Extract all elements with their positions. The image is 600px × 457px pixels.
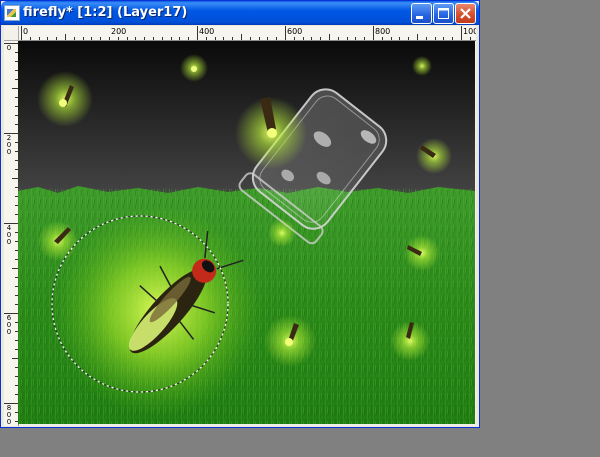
ruler-tick (65, 34, 66, 40)
close-button[interactable] (455, 3, 476, 24)
maximize-icon (438, 8, 449, 19)
ruler-tick (109, 37, 110, 40)
ruler-tick (38, 37, 40, 40)
ruler-tick (205, 37, 207, 40)
firefly-small (416, 138, 452, 174)
ruler-tick (232, 37, 234, 40)
ruler-tick (21, 26, 22, 40)
ruler-tick (408, 37, 410, 40)
ruler-tick (161, 37, 163, 40)
firefly-small (235, 97, 307, 169)
ruler-tick (302, 37, 304, 40)
ruler-label: 2 0 0 (6, 134, 12, 156)
ruler-tick (179, 37, 181, 40)
ruler-tick (135, 37, 137, 40)
ruler-label: 4 0 0 (6, 224, 12, 246)
ruler-tick (91, 37, 93, 40)
window-title: firefly* [1:2] (Layer17) (23, 5, 188, 20)
ruler-label: 100 (463, 27, 476, 36)
image-window: firefly* [1:2] (Layer17) 0 200 400 600 800 10… (0, 0, 480, 428)
maximize-button[interactable] (433, 3, 454, 24)
ruler-label: 800 (375, 27, 391, 36)
ruler-label: 400 (199, 27, 215, 36)
ruler-tick (399, 37, 401, 40)
ruler-tick (197, 26, 198, 40)
ruler-label: 200 (111, 27, 127, 36)
ruler-label: 8 0 0 (6, 404, 12, 426)
ruler-tick (170, 37, 172, 40)
minimize-button[interactable] (411, 3, 432, 24)
firefly-small (37, 71, 93, 127)
image-canvas[interactable] (18, 41, 475, 424)
ruler-tick (355, 37, 357, 40)
ruler-tick (461, 26, 462, 40)
vertical-ruler[interactable]: 0 2 0 0 4 0 0 6 0 0 8 0 0 (4, 41, 19, 426)
ruler-tick (320, 37, 322, 40)
ruler-tick (381, 37, 383, 40)
ruler-tick (417, 34, 418, 40)
ruler-tick (258, 37, 260, 40)
ruler-tick (29, 37, 31, 40)
ruler-tick (267, 37, 269, 40)
horizontal-ruler[interactable]: 0 200 400 600 800 100 (19, 26, 476, 41)
ruler-tick (293, 37, 295, 40)
ruler-tick (364, 37, 366, 40)
firefly-small (412, 56, 432, 76)
ruler-tick (223, 37, 225, 40)
ruler-tick (188, 37, 190, 40)
ruler-tick (144, 37, 146, 40)
ruler-tick (469, 37, 471, 40)
firefly-small (404, 235, 440, 271)
ruler-tick (126, 37, 128, 40)
ruler-tick (276, 37, 278, 40)
ruler-tick (241, 34, 242, 40)
ruler-tick (452, 37, 454, 40)
ruler-label: 600 (287, 27, 303, 36)
ruler-label: 0 (6, 44, 12, 52)
ruler-tick (425, 37, 427, 40)
firefly-small (390, 321, 430, 361)
ruler-tick (285, 26, 286, 40)
ruler-tick (337, 37, 339, 40)
ruler-tick (443, 37, 445, 40)
firefly-large (53, 206, 263, 416)
firefly-small (268, 219, 296, 247)
ruler-tick (82, 37, 84, 40)
ruler-tick (117, 37, 119, 40)
ruler-tick (73, 37, 75, 40)
ruler-tick (311, 37, 313, 40)
ruler-corner[interactable] (4, 26, 19, 41)
minimize-icon (416, 16, 423, 19)
ruler-tick (153, 37, 154, 40)
ruler-tick (100, 37, 102, 40)
ruler-tick (329, 34, 330, 40)
ruler-tick (47, 37, 49, 40)
title-bar[interactable]: firefly* [1:2] (Layer17) (1, 1, 479, 25)
ruler-tick (214, 37, 216, 40)
close-icon (460, 8, 471, 19)
ruler-tick (249, 37, 251, 40)
ruler-label: 0 (23, 27, 29, 36)
ruler-tick (390, 37, 392, 40)
ruler-tick (373, 26, 374, 40)
ruler-tick (56, 37, 58, 40)
ruler-tick (434, 37, 436, 40)
ruler-label: 6 0 0 (6, 314, 12, 336)
firefly-small (264, 315, 316, 367)
ruler-tick (346, 37, 348, 40)
firefly-document-icon[interactable] (4, 5, 20, 21)
firefly-small (180, 54, 208, 82)
